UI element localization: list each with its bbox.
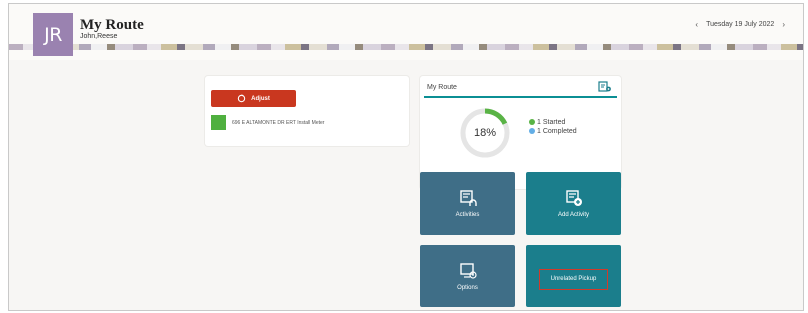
header: JR My Route John,Reese ‹ Tuesday 19 July… [9, 4, 803, 60]
legend-started: 1 Started [529, 118, 577, 127]
route-card-divider [424, 96, 617, 98]
adjust-button-label: Adjust [251, 95, 270, 102]
status-legend: 1 Started 1 Completed [529, 118, 577, 136]
unrelated-pickup-label: Unrelated Pickup [539, 268, 608, 290]
options-tile[interactable]: Options [420, 245, 515, 307]
app-frame: JR My Route John,Reese ‹ Tuesday 19 July… [8, 3, 804, 311]
started-label: 1 Started [537, 119, 566, 126]
options-label: Options [457, 284, 478, 291]
current-date: Tuesday 19 July 2022 [706, 21, 775, 28]
adjust-button[interactable]: Adjust [211, 90, 296, 107]
adjust-panel: Adjust 696 E ALTAMONTE DR ERT Install Me… [205, 76, 409, 146]
activities-label: Activities [455, 212, 480, 218]
progress-percentage: 18% [473, 127, 497, 139]
header-pattern [9, 44, 803, 50]
chevron-right-icon[interactable]: › [782, 20, 785, 29]
chevron-left-icon[interactable]: ‹ [695, 20, 698, 29]
route-card-title: My Route [427, 84, 457, 91]
user-name: John,Reese [80, 33, 118, 40]
task-label: 696 E ALTAMONTE DR ERT Install Meter [232, 119, 325, 126]
add-activity-tile[interactable]: Add Activity [526, 172, 621, 235]
page-title: My Route [80, 17, 144, 33]
legend-completed: 1 Completed [529, 127, 577, 136]
task-item[interactable]: 696 E ALTAMONTE DR ERT Install Meter [211, 115, 324, 130]
activities-tile[interactable]: Activities [420, 172, 515, 235]
adjust-icon [237, 94, 246, 103]
add-activity-label: Add Activity [557, 212, 589, 218]
started-dot-icon [529, 119, 535, 126]
date-navigator: ‹ Tuesday 19 July 2022 › [695, 20, 785, 29]
options-icon [459, 262, 477, 279]
task-status-swatch [211, 115, 226, 130]
add-activity-icon [565, 190, 582, 206]
activities-icon [459, 190, 477, 206]
route-map-icon[interactable] [598, 80, 612, 94]
avatar[interactable]: JR [33, 13, 73, 56]
completed-dot-icon [529, 128, 535, 135]
completed-label: 1 Completed [537, 128, 577, 135]
unrelated-pickup-tile[interactable]: Unrelated Pickup [526, 245, 621, 307]
